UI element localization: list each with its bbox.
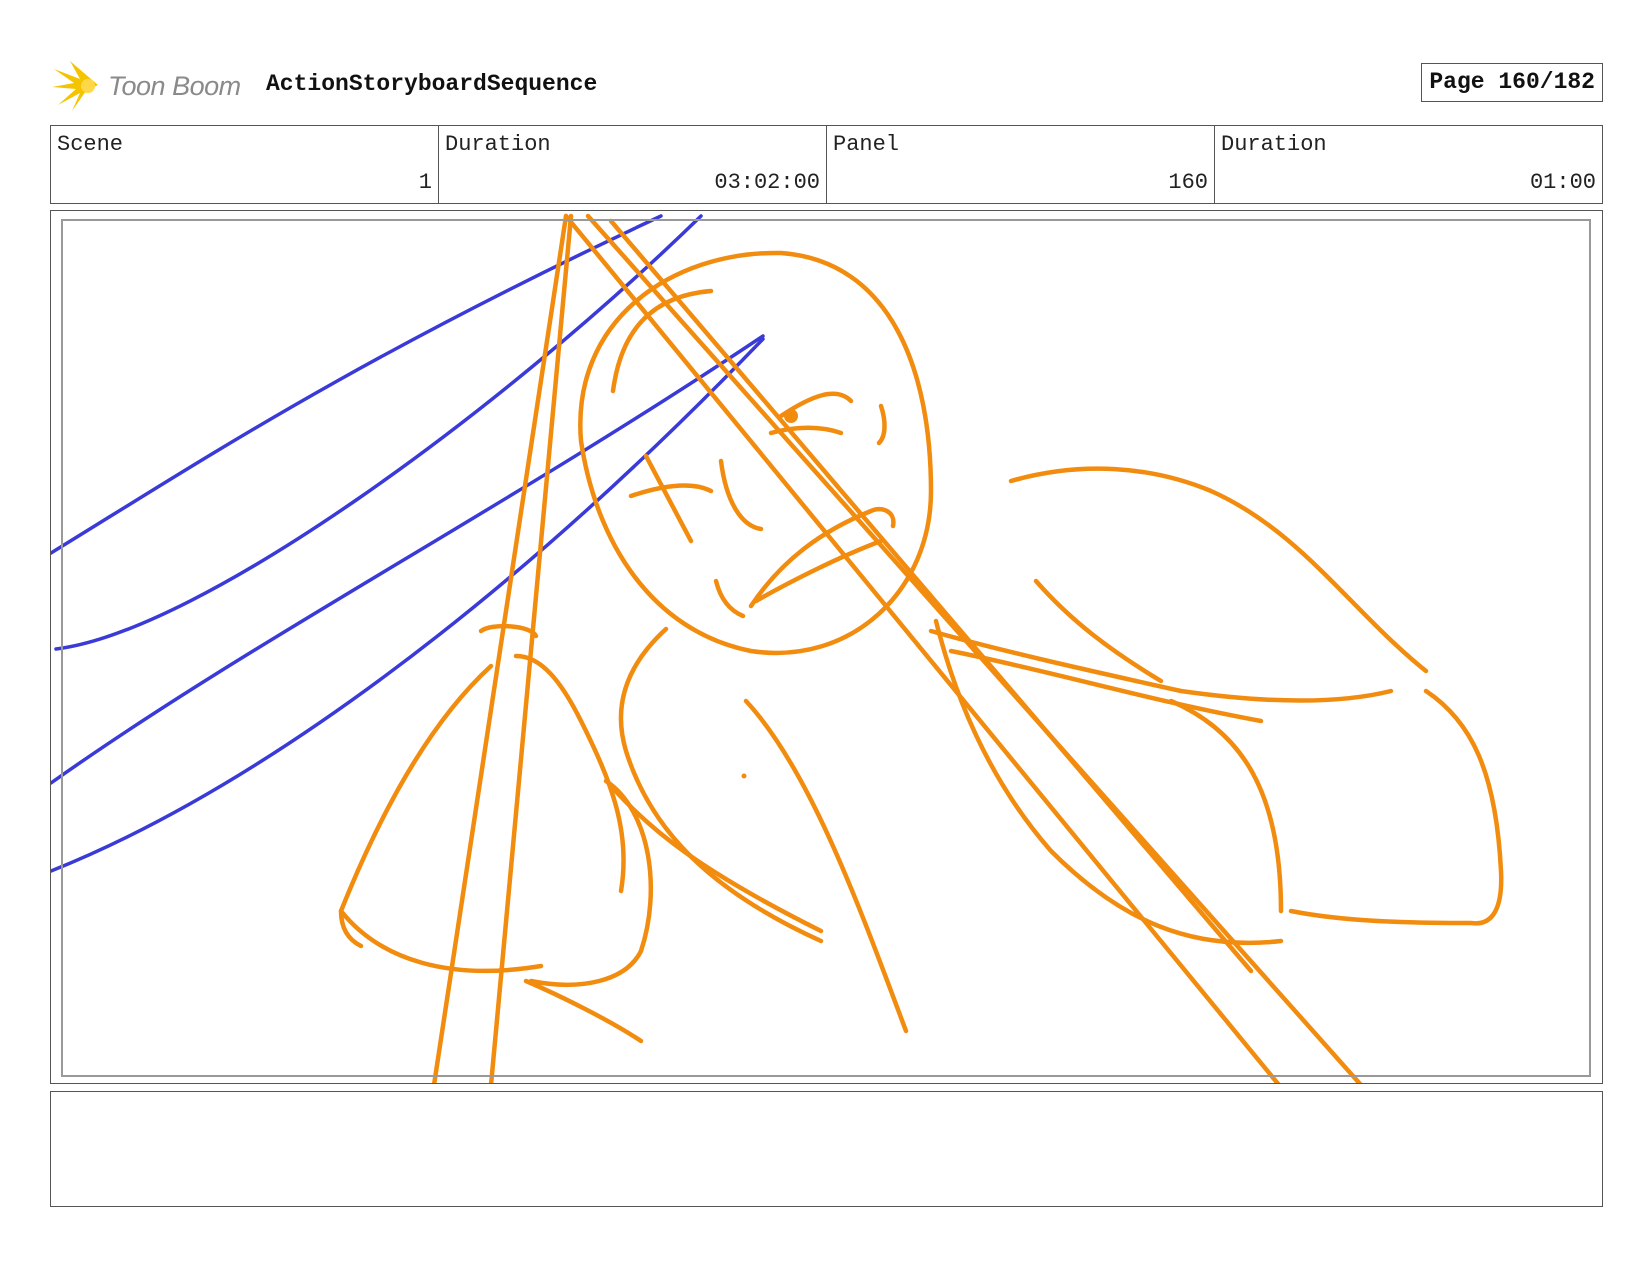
spear-line — [608, 218, 1254, 974]
speed-line — [54, 214, 703, 651]
hand-line — [948, 648, 1264, 724]
panel-duration-cell: Duration 01:00 — [1215, 126, 1602, 203]
scene-label: Scene — [57, 132, 124, 157]
left-arm — [338, 663, 494, 949]
page-number-box: Page 160/182 — [1421, 63, 1603, 102]
scene-value: 1 — [418, 170, 432, 195]
cheek-mark — [718, 458, 764, 532]
forearm-line — [1168, 698, 1284, 914]
toon-boom-logo: Toon Boom — [50, 59, 250, 111]
arm-line — [743, 698, 909, 1034]
staff-line — [488, 213, 574, 1083]
head-outline — [578, 250, 934, 656]
starburst-icon — [52, 61, 98, 111]
cheek-mark — [643, 453, 694, 544]
cheek-mark — [628, 483, 714, 499]
panel-notes-box — [50, 1091, 1603, 1207]
speed-line — [51, 334, 765, 785]
scene-cell: Scene 1 — [51, 126, 439, 203]
panel-label: Panel — [833, 132, 900, 157]
scene-duration-value: 03:02:00 — [714, 170, 820, 195]
page-header: Toon Boom ActionStoryboardSequence Page … — [50, 55, 1603, 115]
shoulder-line — [1008, 466, 1429, 674]
panel-duration-value: 01:00 — [1529, 170, 1596, 195]
left-hand — [513, 653, 626, 894]
eye-mark — [876, 403, 887, 446]
left-arm — [338, 908, 544, 974]
panel-value: 160 — [1168, 170, 1208, 195]
panel-info-table: Scene 1 Duration 03:02:00 Panel 160 Dura… — [50, 125, 1603, 204]
hand-line — [928, 628, 1394, 703]
back-line — [1033, 578, 1164, 684]
arm-outline — [1288, 688, 1504, 926]
speed-line — [51, 337, 765, 873]
storyboard-panel — [50, 210, 1603, 1084]
left-hand — [478, 623, 539, 639]
fist-line — [523, 978, 644, 1044]
eye-dot — [784, 409, 798, 423]
mouth-mark — [753, 538, 884, 604]
panel-duration-label: Duration — [1221, 132, 1327, 157]
spear-line — [563, 213, 1281, 1083]
page-number: Page 160/182 — [1429, 69, 1595, 95]
fist-line — [608, 783, 824, 934]
sequence-title: ActionStoryboardSequence — [266, 71, 598, 97]
eye-mark — [768, 425, 844, 436]
jaw-mark — [713, 578, 746, 619]
panel-sketch — [51, 213, 1504, 1083]
speed-line — [51, 214, 663, 555]
scene-duration-label: Duration — [445, 132, 551, 157]
forearm-line — [933, 618, 1284, 946]
logo-text: Toon Boom — [108, 71, 241, 101]
panel-cell: Panel 160 — [827, 126, 1215, 203]
scene-duration-cell: Duration 03:02:00 — [439, 126, 827, 203]
staff-line — [432, 213, 569, 1083]
sketch-dot — [741, 773, 747, 779]
